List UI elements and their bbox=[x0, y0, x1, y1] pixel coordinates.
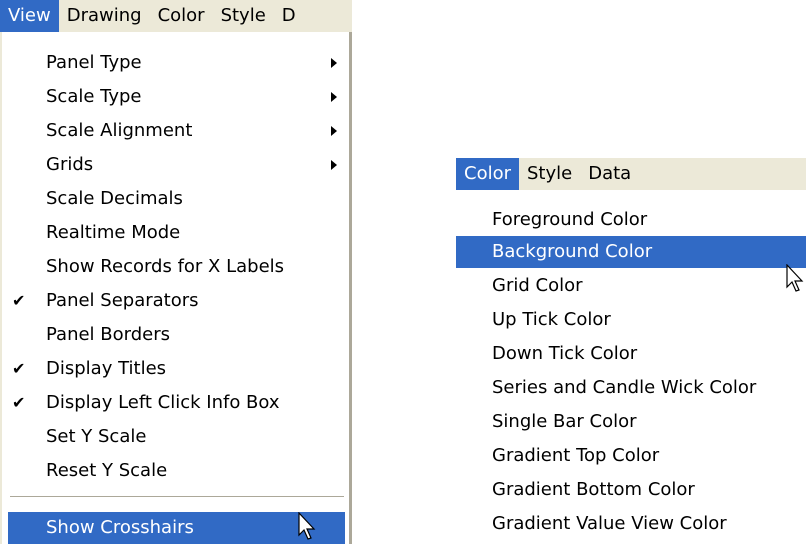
menu-item-gradient-value-view-color[interactable]: Gradient Value View Color bbox=[456, 508, 806, 540]
menu-item-panel-borders[interactable]: Panel Borders bbox=[8, 319, 345, 351]
menubar-color[interactable]: Color bbox=[456, 158, 519, 190]
menu-item-label: Foreground Color bbox=[492, 209, 648, 230]
menu-item-label: Scale Decimals bbox=[46, 188, 183, 209]
menu-item-display-left-click-info-box[interactable]: ✔ Display Left Click Info Box bbox=[8, 387, 345, 419]
menu-item-gradient-bottom-color[interactable]: Gradient Bottom Color bbox=[456, 474, 806, 506]
menu-separator bbox=[10, 496, 344, 498]
menubar-data[interactable]: Data bbox=[580, 158, 639, 190]
menu-item-label: Reset Y Scale bbox=[46, 460, 168, 481]
menu-item-label: Show Records for X Labels bbox=[46, 256, 285, 277]
menu-item-label: Gradient Value View Color bbox=[492, 513, 727, 534]
menu-item-gradient-top-color[interactable]: Gradient Top Color bbox=[456, 440, 806, 472]
menu-item-reset-y-scale[interactable]: Reset Y Scale bbox=[8, 455, 345, 487]
menu-item-label: Scale Alignment bbox=[46, 120, 193, 141]
menu-item-label: Panel Separators bbox=[46, 290, 199, 311]
menubar-view[interactable]: View bbox=[0, 0, 59, 32]
menu-item-display-titles[interactable]: ✔ Display Titles bbox=[8, 353, 345, 385]
right-menubar: Color Style Data bbox=[456, 158, 806, 190]
menu-item-single-bar-color[interactable]: Single Bar Color bbox=[456, 406, 806, 438]
menu-item-grid-color[interactable]: Grid Color bbox=[456, 270, 806, 302]
color-menu: Foreground Color Background Color Grid C… bbox=[456, 190, 806, 544]
view-menu: Panel Type Scale Type Scale Alignment Gr… bbox=[0, 32, 352, 544]
menu-item-scale-decimals[interactable]: Scale Decimals bbox=[8, 183, 345, 215]
menu-item-panel-separators[interactable]: ✔ Panel Separators bbox=[8, 285, 345, 317]
checkmark-icon: ✔ bbox=[12, 359, 26, 378]
mouse-pointer-icon bbox=[786, 264, 804, 292]
menu-item-label: Show Crosshairs bbox=[46, 517, 194, 538]
menu-item-label: Up Tick Color bbox=[492, 309, 611, 330]
mouse-pointer-icon bbox=[298, 512, 316, 540]
menu-item-label: Down Tick Color bbox=[492, 343, 638, 364]
menu-item-foreground-color[interactable]: Foreground Color bbox=[456, 204, 806, 236]
menu-item-background-color[interactable]: Background Color bbox=[456, 236, 806, 268]
menubar-style[interactable]: Style bbox=[213, 0, 274, 32]
menubar-data-truncated[interactable]: D bbox=[274, 0, 304, 32]
menu-item-grids[interactable]: Grids bbox=[8, 149, 345, 181]
submenu-arrow-icon bbox=[331, 92, 337, 102]
menu-item-label: Grids bbox=[46, 154, 94, 175]
menu-item-series-candle-wick-color[interactable]: Series and Candle Wick Color bbox=[456, 372, 806, 404]
menu-item-label: Gradient Bottom Color bbox=[492, 479, 695, 500]
submenu-arrow-icon bbox=[331, 126, 337, 136]
menu-item-label: Realtime Mode bbox=[46, 222, 181, 243]
menu-item-label: Series and Candle Wick Color bbox=[492, 377, 757, 398]
menu-item-up-tick-color[interactable]: Up Tick Color bbox=[456, 304, 806, 336]
menubar-style[interactable]: Style bbox=[519, 158, 580, 190]
menu-item-label: Panel Type bbox=[46, 52, 142, 73]
menu-item-label: Set Y Scale bbox=[46, 426, 147, 447]
menu-item-scale-alignment[interactable]: Scale Alignment bbox=[8, 115, 345, 147]
menu-item-label: Grid Color bbox=[492, 275, 583, 296]
menubar-drawing[interactable]: Drawing bbox=[59, 0, 150, 32]
checkmark-icon: ✔ bbox=[12, 291, 26, 310]
menu-item-set-y-scale[interactable]: Set Y Scale bbox=[8, 421, 345, 453]
submenu-arrow-icon bbox=[331, 160, 337, 170]
menu-item-label: Display Left Click Info Box bbox=[46, 392, 280, 413]
submenu-arrow-icon bbox=[331, 58, 337, 68]
menu-item-label: Gradient Top Color bbox=[492, 445, 660, 466]
menu-item-label: Single Bar Color bbox=[492, 411, 637, 432]
menu-item-label: Background Color bbox=[492, 241, 653, 262]
menu-item-show-records-x-labels[interactable]: Show Records for X Labels bbox=[8, 251, 345, 283]
menu-item-label: Display Titles bbox=[46, 358, 167, 379]
left-menubar: View Drawing Color Style D bbox=[0, 0, 352, 32]
menu-item-scale-type[interactable]: Scale Type bbox=[8, 81, 345, 113]
menu-item-show-crosshairs[interactable]: Show Crosshairs bbox=[8, 512, 345, 544]
menu-item-label: Panel Borders bbox=[46, 324, 171, 345]
menu-item-down-tick-color[interactable]: Down Tick Color bbox=[456, 338, 806, 370]
menu-item-panel-type[interactable]: Panel Type bbox=[8, 47, 345, 79]
checkmark-icon: ✔ bbox=[12, 393, 26, 412]
menubar-color[interactable]: Color bbox=[150, 0, 213, 32]
menu-item-label: Scale Type bbox=[46, 86, 142, 107]
menu-item-realtime-mode[interactable]: Realtime Mode bbox=[8, 217, 345, 249]
